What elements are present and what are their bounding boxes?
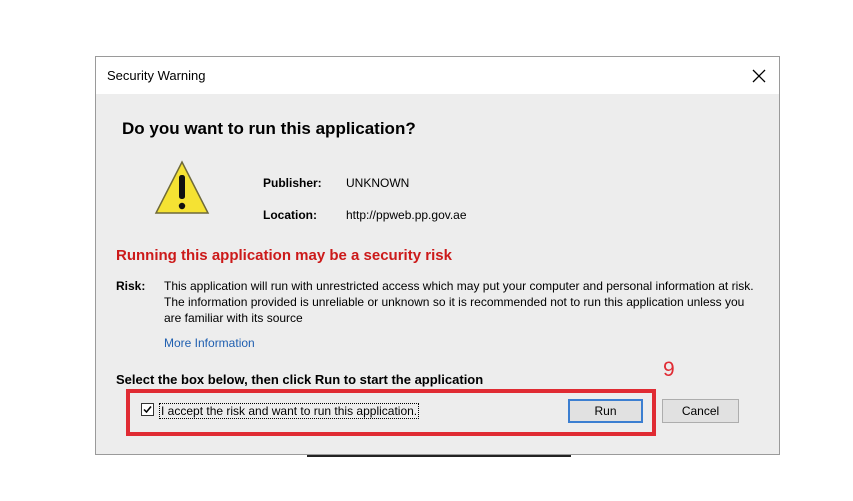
- cancel-button[interactable]: Cancel: [662, 399, 739, 423]
- location-label: Location:: [263, 208, 317, 222]
- title-bar: Security Warning: [96, 57, 779, 94]
- location-value: http://ppweb.pp.gov.ae: [346, 208, 467, 222]
- close-icon: [752, 69, 766, 82]
- more-information-link[interactable]: More Information: [164, 336, 255, 350]
- dialog-heading: Do you want to run this application?: [122, 119, 416, 138]
- window-title: Security Warning: [107, 68, 206, 83]
- divider: [307, 455, 571, 457]
- publisher-value: UNKNOWN: [346, 176, 410, 190]
- warning-triangle-icon: [154, 160, 210, 214]
- instruction-text: Select the box below, then click Run to …: [116, 372, 484, 387]
- risk-description: This application will run with unrestric…: [164, 279, 754, 325]
- annotation-step-number: 9: [663, 358, 675, 381]
- risk-label: Risk:: [116, 279, 146, 293]
- annotation-highlight-box: [126, 389, 656, 436]
- close-button[interactable]: [739, 57, 779, 94]
- publisher-label: Publisher:: [263, 176, 322, 190]
- risk-heading: Running this application may be a securi…: [116, 247, 452, 264]
